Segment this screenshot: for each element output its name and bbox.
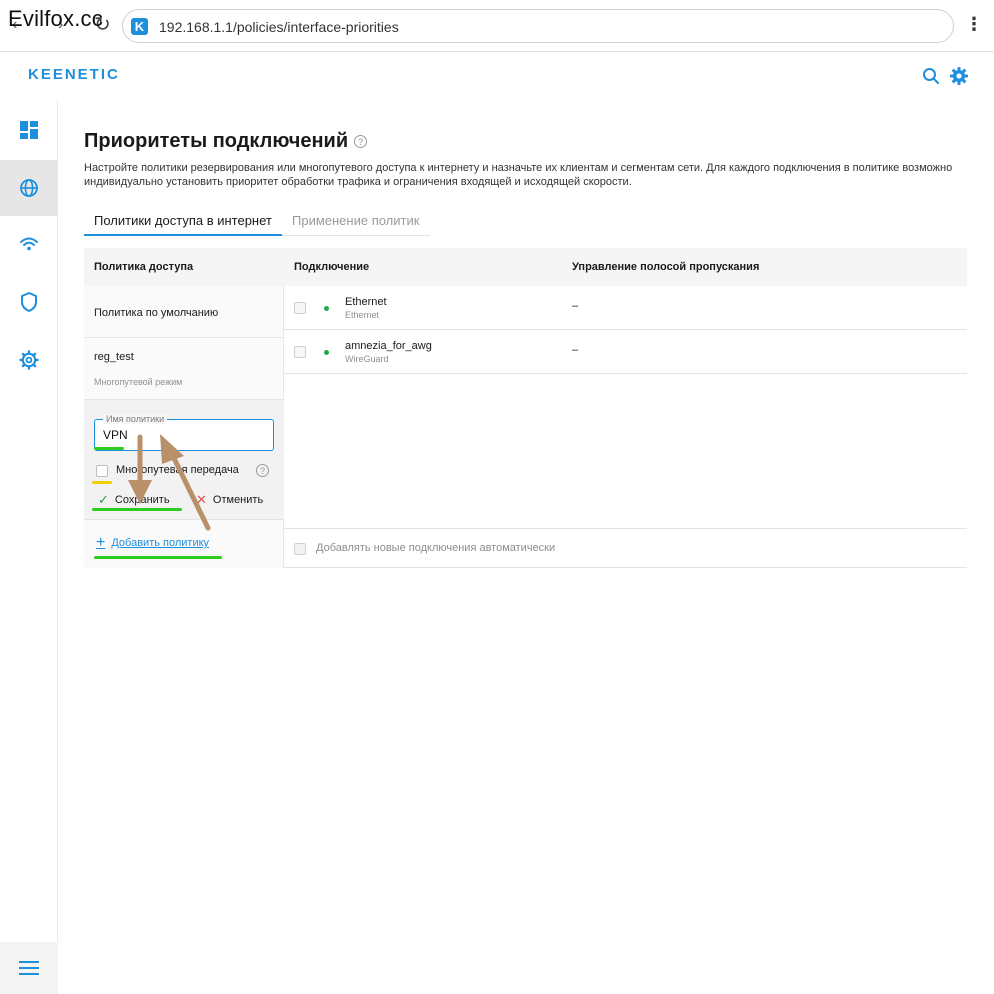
sidebar-item-dashboard[interactable] [0,102,58,158]
new-policy-editor: Имя политики Многопутевая передача ? ✓ С… [84,400,284,520]
multipath-checkbox[interactable] [96,465,108,477]
connection-bandwidth: – [572,300,579,312]
policy-name-field-label: Имя политики [103,414,168,424]
header-connection: Подключение [294,261,370,273]
annotation-underline-yellow [92,481,112,484]
search-icon[interactable] [922,67,940,85]
auto-add-label: Добавлять новые подключения автоматическ… [316,542,556,554]
sidebar-item-settings[interactable] [0,332,58,388]
auto-add-checkbox[interactable] [294,543,306,555]
connection-name: amnezia_for_awg [345,340,432,352]
save-label: Сохранить [114,494,170,506]
cancel-button[interactable]: ✕ Отменить [196,492,263,508]
tab-access-policies[interactable]: Политики доступа в интернет [94,213,272,228]
page-title-text: Приоритеты подключений [84,130,349,152]
connection-bandwidth: – [572,344,579,356]
browser-menu-icon[interactable]: ⋮ [965,14,983,35]
connection-list: Ethernet Ethernet – amnezia_for_awg Wire… [284,286,967,568]
sidebar [0,100,58,994]
status-dot-icon [324,306,329,311]
page-title: Приоритеты подключений? [84,130,368,153]
watermark: Evilfox.cc [8,6,103,31]
tabs: Политики доступа в интернет Применение п… [84,210,430,236]
status-dot-icon [324,350,329,355]
site-favicon-icon: K [131,18,148,35]
shield-icon [21,292,37,312]
header-policy: Политика доступа [94,261,194,273]
close-icon: ✕ [196,492,207,507]
dashboard-icon [20,121,38,139]
policy-name-input[interactable] [103,428,263,442]
hamburger-menu-icon [19,961,39,975]
help-icon[interactable]: ? [256,464,269,477]
table-header: Политика доступа Подключение Управление … [84,248,967,286]
app-header: KEENETIC [0,52,994,100]
main-content: Приоритеты подключений? Настройте полити… [58,100,994,994]
plus-icon: + [96,534,106,551]
add-policy-link[interactable]: + Добавить политику [96,534,209,552]
tab-apply-policies[interactable]: Применение политик [292,213,419,228]
connection-type: Ethernet [345,310,380,320]
help-icon[interactable]: ? [354,135,368,149]
page-description: Настройте политики резервирования или мн… [84,162,953,188]
address-bar[interactable]: K 192.168.1.1/policies/interface-priorit… [122,9,954,43]
annotation-underline [94,447,124,450]
gear-icon[interactable] [949,66,969,86]
auto-add-row: Добавлять новые подключения автоматическ… [284,528,967,568]
sidebar-item-security[interactable] [0,274,58,330]
check-icon: ✓ [98,492,109,507]
header-bandwidth: Управление полосой пропускания [572,261,760,273]
connection-name: Ethernet [345,296,387,308]
cancel-label: Отменить [212,494,264,506]
policy-name: Политика по умолчанию [94,307,219,319]
connection-checkbox[interactable] [294,302,306,314]
save-button[interactable]: ✓ Сохранить [98,492,170,508]
annotation-underline [92,508,182,511]
connection-row-ethernet: Ethernet Ethernet – [284,286,967,330]
connection-row-amnezia: amnezia_for_awg WireGuard – [284,330,967,374]
sidebar-menu-toggle[interactable] [0,942,58,994]
policy-item-default[interactable]: Политика по умолчанию [84,286,284,338]
connection-checkbox[interactable] [294,346,306,358]
policy-item-reg-test[interactable]: reg_test Многопутевой режим [84,338,284,400]
active-tab-indicator [84,234,282,236]
keenetic-logo[interactable]: KEENETIC [28,66,120,83]
wifi-icon [20,237,38,251]
policy-name: reg_test [94,351,134,363]
policy-list: Политика по умолчанию reg_test Многопуте… [84,286,284,568]
gear-icon [19,350,39,370]
browser-chrome: ‹ › ↻ K 192.168.1.1/policies/interface-p… [0,0,994,52]
policies-table: Политика доступа Подключение Управление … [84,248,967,568]
policy-mode: Многопутевой режим [94,377,183,387]
sidebar-item-internet[interactable] [0,160,58,216]
multipath-label: Многопутевая передача [116,464,239,476]
sidebar-item-wifi[interactable] [0,216,58,272]
connection-type: WireGuard [345,354,389,364]
globe-icon [20,179,38,197]
annotation-underline [94,556,222,559]
add-policy-label: Добавить политику [111,537,210,549]
url-text[interactable]: 192.168.1.1/policies/interface-prioritie… [159,19,399,35]
